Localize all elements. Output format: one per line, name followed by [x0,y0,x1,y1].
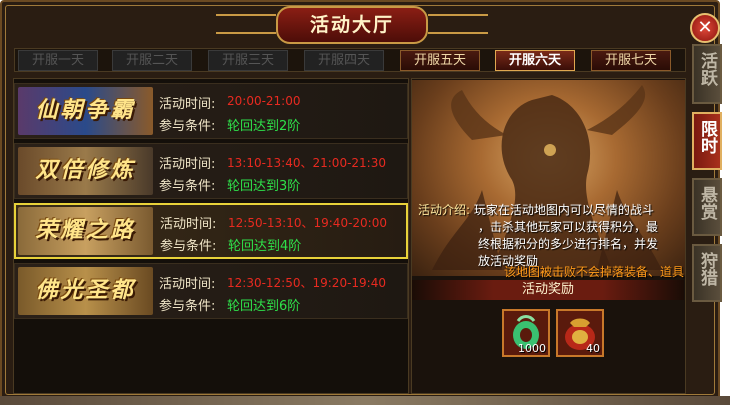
activity-time: 20:00-21:00 [227,94,301,108]
activity-condition: 轮回达到3阶 [227,179,301,194]
condition-label: 参与条件: [159,119,216,134]
tab-day-1[interactable]: 开服一天 [18,50,98,71]
tab-day-7[interactable]: 开服七天 [591,50,671,71]
activity-time: 12:50-13:10、19:40-20:00 [228,216,387,230]
tab-day-2[interactable]: 开服二天 [112,50,192,71]
activity-row-glory-road[interactable]: 荣耀之路 活动时间: 12:50-13:10、19:40-20:00 参与条件:… [14,203,408,259]
activity-banner: 佛光圣都 [18,267,153,315]
activity-condition: 轮回达到4阶 [228,239,302,254]
activity-banner-title: 佛光圣都 [35,278,136,303]
activity-row-double-cultivation[interactable]: 双倍修炼 活动时间: 13:10-13:40、21:00-21:30 参与条件:… [14,143,408,199]
time-label: 活动时间: [159,277,216,292]
activity-banner: 荣耀之路 [18,207,153,255]
side-tab-label: 活跃 [697,52,717,86]
reward-item-bag[interactable]: 40 [556,309,604,357]
reward-count: 40 [586,342,600,355]
side-tab-limited[interactable]: 限时 [692,112,722,170]
activity-time: 12:30-12:50、19:20-19:40 [227,276,386,290]
description-label: 活动介绍: [418,203,471,217]
time-label: 活动时间: [160,217,217,232]
activity-banner: 双倍修炼 [18,147,153,195]
side-tab-hunting[interactable]: 狩猎 [692,244,722,302]
description-line: ，击杀其他玩家可以获得积分，最 [478,220,659,234]
description-line: 玩家在活动地图内可以尽情的战斗 [473,203,654,217]
side-tab-bounty[interactable]: 悬赏 [692,178,722,236]
close-button[interactable]: ✕ [690,13,720,43]
activity-banner: 仙朝争霸 [18,87,153,135]
activity-condition: 轮回达到6阶 [227,299,301,314]
window-title-plate: 活动大厅 [276,6,428,44]
reward-item-jade[interactable]: 1000 [502,309,550,357]
drop-warning-text: 该地图被击败不会掉落装备、道具 [503,265,684,279]
title-ornament-left [216,14,276,34]
activity-banner-title: 双倍修炼 [35,158,136,183]
tab-day-3[interactable]: 开服三天 [208,50,288,71]
reward-section-title: 活动奖励 [412,280,684,300]
activity-banner-title: 仙朝争霸 [35,98,136,123]
activity-description: 活动介绍: 玩家在活动地图内可以尽情的战斗 ，击杀其他玩家可以获得积分，最 终根… [418,202,682,270]
side-tab-active[interactable]: 活跃 [692,44,722,104]
activity-row-xianchao[interactable]: 仙朝争霸 活动时间: 20:00-21:00 参与条件: 轮回达到2阶 [14,83,408,139]
title-ornament-right [428,14,488,34]
time-label: 活动时间: [159,97,216,112]
activity-condition: 轮回达到2阶 [227,119,301,134]
window-title: 活动大厅 [309,14,394,36]
tab-day-4[interactable]: 开服四天 [304,50,384,71]
condition-label: 参与条件: [159,299,216,314]
activity-row-buddha-city[interactable]: 佛光圣都 活动时间: 12:30-12:50、19:20-19:40 参与条件:… [14,263,408,319]
time-label: 活动时间: [159,157,216,172]
close-icon: ✕ [697,17,713,38]
side-tab-label: 悬赏 [697,186,717,220]
bottom-border-decoration [0,396,730,405]
side-tab-label: 狩猎 [697,252,717,286]
activity-time: 13:10-13:40、21:00-21:30 [227,156,386,170]
tab-day-5[interactable]: 开服五天 [400,50,480,71]
activity-banner-title: 荣耀之路 [35,218,136,243]
side-tab-label: 限时 [697,120,717,154]
condition-label: 参与条件: [159,179,216,194]
tab-day-6[interactable]: 开服六天 [495,50,575,71]
condition-label: 参与条件: [160,239,217,254]
description-line: 终根据积分的多少进行排名，并发 [478,237,659,251]
reward-count: 1000 [518,342,546,355]
